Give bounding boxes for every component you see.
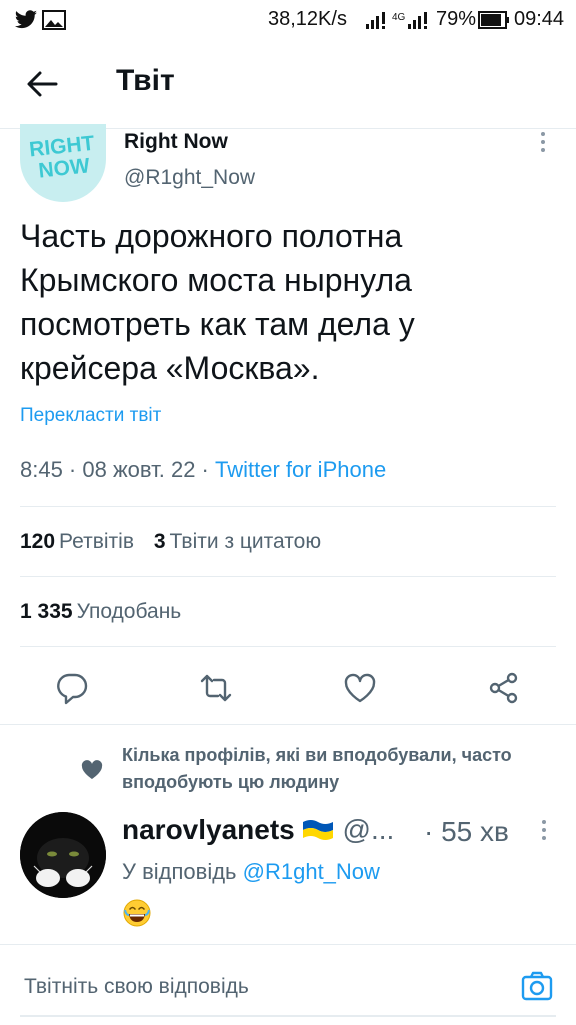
app-header: Твіт: [0, 40, 576, 129]
battery-icon: [478, 10, 510, 35]
replying-to-mention[interactable]: @R1ght_Now: [243, 859, 380, 884]
reply-icon[interactable]: [54, 670, 90, 706]
heart-icon: [80, 758, 104, 782]
more-options-icon[interactable]: [536, 130, 550, 154]
reply-input[interactable]: Твітніть свою відповідь: [24, 975, 249, 999]
tweet-actions: [0, 662, 576, 712]
share-icon[interactable]: [486, 670, 522, 706]
divider: [20, 506, 556, 507]
reply-author-line: narovlyanets @...: [122, 814, 394, 846]
divider: [20, 646, 556, 647]
divider: [0, 724, 576, 725]
battery-level: 79%: [436, 8, 477, 30]
reply-author-name[interactable]: narovlyanets: [122, 814, 295, 845]
likes-count: 1 335: [20, 600, 73, 623]
replying-to: У відповідь @R1ght_Now: [122, 859, 380, 885]
retweets-label: Ретвітів: [59, 530, 134, 553]
retweets-stat[interactable]: 120 Ретвітів: [20, 530, 134, 553]
retweet-quote-stats: 120 Ретвітів 3 Твіти з цитатою: [20, 530, 321, 554]
retweet-icon[interactable]: [198, 670, 234, 706]
network-speed: 38,12K/s: [268, 8, 347, 30]
signal-icon-2: [406, 10, 430, 35]
likes-stat[interactable]: 1 335 Уподобань: [20, 600, 181, 624]
reply-more-options-icon[interactable]: [538, 818, 550, 842]
reply-author-handle[interactable]: @...: [343, 814, 395, 845]
camera-icon[interactable]: [520, 969, 554, 1003]
avatar-logo: RIGHT NOW: [20, 132, 106, 185]
network-type: 4G: [392, 12, 406, 23]
compose-reply-bar: Твітніть свою відповідь: [0, 944, 576, 1025]
tweet-source-link[interactable]: Twitter for iPhone: [215, 457, 386, 482]
author-handle[interactable]: @R1ght_Now: [124, 166, 255, 190]
author-avatar[interactable]: RIGHT NOW: [20, 124, 106, 202]
reply-author-avatar[interactable]: [20, 812, 106, 898]
likes-label: Уподобань: [76, 600, 182, 623]
quotes-stat[interactable]: 3 Твіти з цитатою: [154, 530, 321, 553]
twitter-icon: [14, 10, 38, 35]
page-title: Твіт: [116, 64, 175, 97]
like-heart-icon[interactable]: [342, 670, 378, 706]
tweet-timestamp: 8:45 · 08 жовт. 22 ·: [20, 457, 215, 482]
quotes-label: Твіти з цитатою: [169, 530, 322, 553]
tweet-text: Часть дорожного полотна Крымского моста …: [20, 218, 415, 386]
ukraine-flag-icon: [301, 817, 335, 841]
clock: 09:44: [514, 8, 565, 30]
replying-prefix: У відповідь: [122, 859, 243, 884]
gallery-icon: [42, 10, 66, 35]
retweets-count: 120: [20, 530, 56, 553]
social-context-text: Кілька профілів, які ви вподобували, час…: [122, 745, 512, 792]
divider: [20, 576, 556, 577]
laughing-emoji-icon: [122, 898, 152, 928]
author-name[interactable]: Right Now: [124, 130, 228, 154]
compose-underline: [20, 1015, 556, 1017]
back-arrow-icon[interactable]: [22, 64, 62, 104]
translate-tweet-link[interactable]: Перекласти твіт: [20, 405, 161, 427]
tweet-meta: 8:45 · 08 жовт. 22 · Twitter for iPhone: [20, 457, 386, 483]
status-bar: 38,12K/s 4G 79% 09:44: [0, 0, 576, 40]
reply-time: · 55 хв: [424, 816, 509, 847]
signal-icon: [364, 10, 388, 35]
quotes-count: 3: [153, 530, 166, 553]
